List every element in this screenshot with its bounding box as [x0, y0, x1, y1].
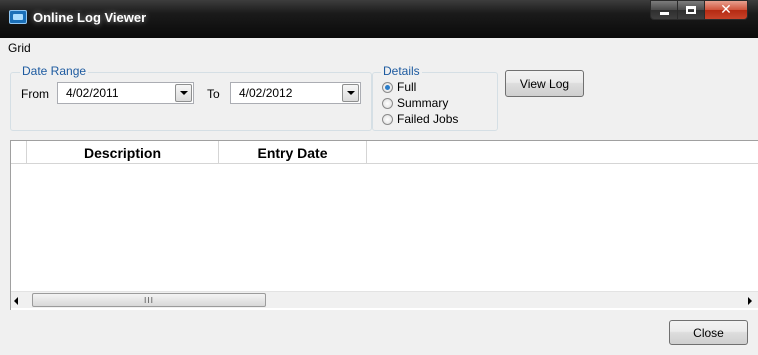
view-log-button[interactable]: View Log	[505, 70, 584, 97]
log-grid[interactable]: Description Entry Date III	[10, 140, 758, 310]
from-date-dropdown-button[interactable]	[175, 84, 192, 102]
close-window-button[interactable]: ✕	[704, 0, 748, 20]
menu-item-grid[interactable]: Grid	[8, 41, 31, 55]
radio-summary-label: Summary	[397, 96, 449, 110]
menu-bar: Grid	[0, 38, 758, 58]
details-legend: Details	[381, 64, 422, 78]
close-button[interactable]: Close	[669, 320, 748, 345]
maximize-icon	[686, 6, 696, 14]
log-viewer-window: Online Log Viewer ✕ Grid Date Range From…	[0, 0, 758, 355]
radio-full-label: Full	[397, 80, 417, 94]
radio-summary[interactable]: Summary	[382, 96, 448, 110]
radio-full[interactable]: Full	[382, 80, 416, 94]
from-date-picker[interactable]: 4/02/2011	[57, 82, 194, 104]
to-date-value: 4/02/2012	[239, 86, 293, 100]
close-icon: ✕	[720, 2, 732, 18]
grid-header: Description Entry Date	[11, 141, 758, 164]
row-header-cell[interactable]	[11, 141, 27, 164]
scroll-thumb[interactable]: III	[32, 293, 266, 307]
caption-buttons: ✕	[650, 0, 748, 20]
chevron-down-icon	[346, 91, 355, 95]
to-label: To	[207, 87, 220, 101]
column-header-entry-date[interactable]: Entry Date	[219, 141, 367, 164]
column-header-description[interactable]: Description	[27, 141, 219, 164]
radio-failed-jobs-label: Failed Jobs	[397, 112, 459, 126]
window-title: Online Log Viewer	[33, 10, 147, 25]
radio-failed-jobs-indicator[interactable]	[382, 113, 393, 125]
chevron-down-icon	[179, 91, 188, 95]
date-range-legend: Date Range	[20, 64, 89, 78]
minimize-button[interactable]	[650, 0, 677, 20]
to-date-dropdown-button[interactable]	[342, 84, 359, 102]
radio-full-indicator[interactable]	[382, 81, 393, 93]
from-label: From	[21, 87, 49, 101]
to-date-picker[interactable]: 4/02/2012	[230, 82, 361, 104]
scroll-right-icon[interactable]	[748, 297, 752, 305]
title-bar[interactable]: Online Log Viewer ✕	[0, 0, 758, 38]
maximize-button[interactable]	[677, 0, 704, 20]
radio-failed-jobs[interactable]: Failed Jobs	[382, 112, 458, 126]
grip-icon: III	[143, 295, 155, 305]
from-date-value: 4/02/2011	[66, 86, 119, 100]
minimize-icon	[659, 12, 669, 15]
scroll-left-icon[interactable]	[14, 297, 18, 305]
radio-summary-indicator[interactable]	[382, 97, 393, 109]
app-icon	[9, 10, 27, 24]
horizontal-scrollbar[interactable]: III	[11, 291, 758, 308]
